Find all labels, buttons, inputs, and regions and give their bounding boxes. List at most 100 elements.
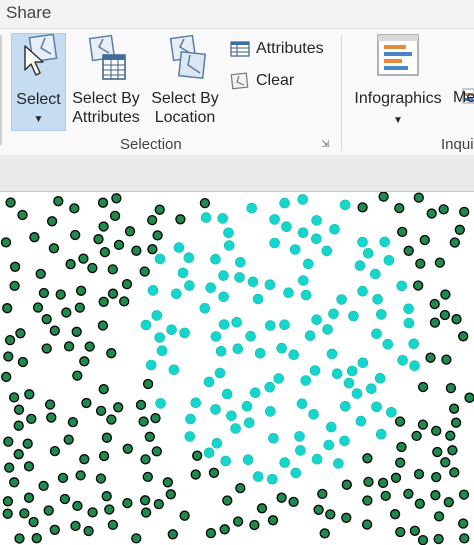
selected-point[interactable]	[217, 213, 228, 224]
point-feature[interactable]	[124, 226, 136, 237]
point-feature[interactable]	[448, 403, 460, 414]
point-feature[interactable]	[464, 392, 474, 403]
point-feature[interactable]	[458, 518, 469, 529]
selected-point[interactable]	[371, 328, 382, 340]
point-feature[interactable]	[3, 351, 14, 362]
selected-point[interactable]	[264, 406, 276, 417]
point-feature[interactable]	[3, 436, 14, 447]
selected-point[interactable]	[254, 348, 266, 359]
point-feature[interactable]	[140, 507, 152, 518]
selected-point[interactable]	[323, 439, 335, 451]
selected-point[interactable]	[396, 280, 408, 292]
selected-point[interactable]	[266, 473, 278, 485]
point-feature[interactable]	[84, 341, 95, 352]
point-feature[interactable]	[107, 288, 119, 299]
point-feature[interactable]	[192, 450, 203, 461]
point-feature[interactable]	[325, 509, 336, 520]
point-feature[interactable]	[71, 326, 82, 337]
selected-point[interactable]	[351, 388, 363, 399]
selected-point[interactable]	[279, 197, 290, 209]
point-feature[interactable]	[449, 467, 460, 478]
selected-point[interactable]	[223, 227, 234, 239]
selected-point[interactable]	[223, 240, 235, 251]
point-feature[interactable]	[414, 498, 425, 509]
selected-point[interactable]	[247, 276, 259, 288]
point-feature[interactable]	[69, 203, 80, 214]
point-feature[interactable]	[458, 331, 469, 342]
selected-point[interactable]	[155, 398, 166, 409]
point-feature[interactable]	[93, 234, 104, 245]
selected-point[interactable]	[308, 409, 319, 420]
point-feature[interactable]	[417, 534, 429, 545]
selected-point[interactable]	[322, 324, 333, 335]
selected-point[interactable]	[371, 401, 382, 413]
selected-point[interactable]	[242, 454, 254, 466]
point-feature[interactable]	[454, 224, 465, 235]
select-dropdown-icon[interactable]: ▼	[12, 110, 65, 129]
selected-point[interactable]	[264, 381, 276, 393]
selected-point[interactable]	[311, 314, 322, 325]
clear-button[interactable]: Clear	[230, 69, 294, 93]
selected-point[interactable]	[297, 194, 309, 205]
point-feature[interactable]	[97, 197, 109, 208]
point-feature[interactable]	[70, 520, 81, 532]
selected-point[interactable]	[339, 401, 351, 412]
selected-point[interactable]	[230, 423, 241, 434]
point-feature[interactable]	[22, 438, 33, 449]
selected-point[interactable]	[365, 383, 377, 394]
selected-point[interactable]	[325, 421, 337, 433]
infographics-button[interactable]: Infographics ▼	[350, 33, 446, 126]
point-feature[interactable]	[411, 430, 422, 442]
selected-point[interactable]	[331, 368, 343, 379]
point-feature[interactable]	[394, 416, 406, 427]
point-feature[interactable]	[9, 261, 21, 272]
point-feature[interactable]	[74, 302, 85, 313]
selected-point[interactable]	[231, 317, 242, 328]
selected-point[interactable]	[177, 267, 189, 279]
selected-point[interactable]	[403, 317, 415, 329]
point-feature[interactable]	[131, 533, 142, 544]
point-feature[interactable]	[57, 472, 69, 484]
point-feature[interactable]	[4, 334, 16, 346]
point-feature[interactable]	[413, 192, 424, 203]
selected-point[interactable]	[264, 320, 276, 331]
point-feature[interactable]	[4, 462, 15, 473]
point-feature[interactable]	[438, 204, 449, 215]
point-feature[interactable]	[403, 488, 414, 499]
point-feature[interactable]	[49, 524, 60, 535]
selected-point[interactable]	[283, 287, 294, 298]
selected-point[interactable]	[300, 289, 312, 301]
selected-point[interactable]	[264, 279, 276, 290]
point-feature[interactable]	[377, 477, 389, 489]
point-feature[interactable]	[431, 425, 442, 437]
selected-point[interactable]	[215, 346, 227, 357]
attributes-button[interactable]: Attributes	[230, 37, 324, 61]
point-feature[interactable]	[205, 527, 217, 539]
selected-point[interactable]	[329, 223, 340, 235]
point-feature[interactable]	[2, 496, 14, 507]
point-feature[interactable]	[151, 446, 162, 457]
selected-point[interactable]	[210, 404, 221, 415]
point-feature[interactable]	[87, 262, 98, 274]
selected-point[interactable]	[199, 303, 211, 314]
point-feature[interactable]	[153, 498, 164, 510]
point-feature[interactable]	[140, 454, 151, 465]
selected-point[interactable]	[311, 453, 323, 465]
selected-point[interactable]	[241, 401, 253, 412]
selected-point[interactable]	[203, 447, 215, 459]
point-feature[interactable]	[222, 495, 233, 506]
point-feature[interactable]	[135, 399, 147, 411]
selected-point[interactable]	[218, 291, 229, 303]
point-feature[interactable]	[440, 457, 451, 468]
point-feature[interactable]	[2, 303, 13, 314]
point-feature[interactable]	[9, 477, 20, 488]
selected-point[interactable]	[379, 236, 391, 248]
selected-point[interactable]	[269, 214, 280, 225]
selected-point[interactable]	[300, 375, 312, 386]
point-feature[interactable]	[362, 495, 373, 506]
select-by-location-button[interactable]: Select By Location	[148, 33, 222, 126]
selected-point[interactable]	[234, 272, 245, 283]
point-feature[interactable]	[276, 492, 287, 503]
point-feature[interactable]	[41, 343, 52, 354]
point-feature[interactable]	[142, 471, 153, 483]
